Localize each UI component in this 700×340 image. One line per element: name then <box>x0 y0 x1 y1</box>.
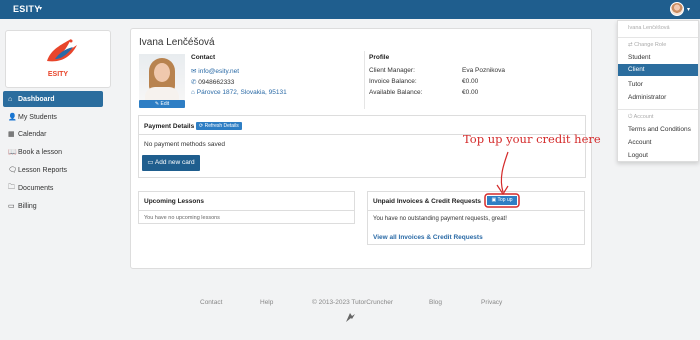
footer-copyright: © 2013-2023 TutorCruncher <box>312 299 394 306</box>
account-link[interactable]: Account <box>618 139 698 146</box>
logout-link[interactable]: Logout <box>618 152 698 159</box>
footer-blog-link[interactable]: Blog <box>429 299 442 306</box>
change-role-heading: ⇄ Change Role <box>628 42 667 48</box>
annotation-arrow-icon <box>484 74 649 208</box>
divider <box>618 37 698 38</box>
divider <box>618 109 698 110</box>
terms-and-conditions-link[interactable]: Terms and Conditions <box>618 126 698 133</box>
role-tutor[interactable]: Tutor <box>618 81 698 88</box>
change-role-label: Change Role <box>634 42 667 48</box>
role-administrator[interactable]: Administrator <box>618 94 698 101</box>
account-heading-label: Account <box>633 114 654 120</box>
footer-contact-link[interactable]: Contact <box>200 299 222 306</box>
tutorcruncher-logo-icon <box>346 313 355 322</box>
role-client[interactable]: Client <box>618 64 698 76</box>
user-dropdown-menu: Ivana Lenčéšová ⇄ Change Role Student Cl… <box>617 20 699 162</box>
footer-help-link[interactable]: Help <box>260 299 273 306</box>
role-student[interactable]: Student <box>618 54 698 61</box>
account-heading: ⏻ Account <box>628 114 654 120</box>
footer-privacy-link[interactable]: Privacy <box>481 299 502 306</box>
dropdown-user-name: Ivana Lenčéšová <box>628 25 670 31</box>
